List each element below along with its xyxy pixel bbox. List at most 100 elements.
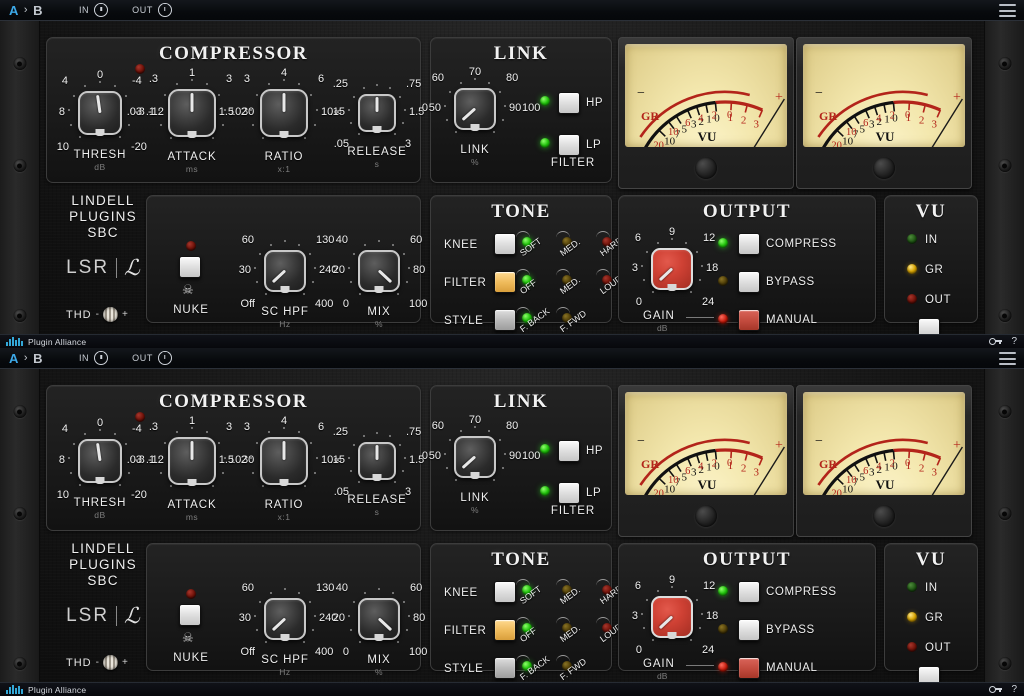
screw [998, 309, 1011, 322]
output-compress-button[interactable] [738, 581, 760, 603]
link-hp-button[interactable] [558, 92, 580, 114]
preset-a-button[interactable]: A [9, 351, 19, 366]
output-manual-led [718, 662, 728, 672]
thd-drum-slider[interactable] [102, 655, 118, 670]
ratio-knob[interactable] [260, 437, 308, 486]
link-tick-tl: 60 [431, 72, 444, 84]
out-control[interactable]: OUT [132, 3, 172, 17]
vu-trim-knob-2[interactable] [873, 157, 895, 179]
thd-control[interactable]: THD - + [66, 655, 128, 670]
tone-knee-button[interactable] [494, 233, 516, 255]
sc-hpf-knob[interactable] [264, 250, 306, 293]
preset-b-button[interactable]: B [33, 351, 43, 366]
brand-line-1: LINDELL [71, 541, 135, 556]
key-icon[interactable] [989, 338, 1003, 345]
output-bypass-button[interactable] [738, 619, 760, 641]
titlebar: A › B IN OUT [0, 0, 1024, 21]
vu-meter-2[interactable]: 201075321012320106420GR−+VU [796, 37, 972, 189]
gain-tick-tl: 6 [634, 232, 641, 244]
svg-text:6: 6 [685, 118, 690, 129]
gain-knob[interactable] [651, 248, 693, 291]
link-knob[interactable] [454, 88, 496, 131]
mix-knob[interactable] [358, 598, 400, 641]
attack-notch [187, 131, 197, 138]
link-tick-t: 70 [468, 414, 482, 426]
nuke-button[interactable] [179, 604, 201, 626]
link-lp-button[interactable] [558, 134, 580, 156]
svg-text:20: 20 [831, 140, 842, 147]
vu-meter-1[interactable]: 201075321012320106420GR−+VU [618, 385, 794, 537]
vu-trim-knob-2[interactable] [873, 505, 895, 527]
tone-filter-button[interactable] [494, 619, 516, 641]
thresh-knob[interactable] [78, 91, 122, 136]
gain-tick-r: 18 [706, 262, 719, 274]
ab-compare[interactable]: A › B [9, 3, 43, 18]
in-power-icon[interactable] [94, 3, 109, 17]
svg-text:3: 3 [932, 467, 938, 479]
ratio-knob[interactable] [260, 89, 308, 138]
screw [13, 309, 26, 322]
thd-control[interactable]: THD - + [66, 307, 128, 322]
in-power-icon[interactable] [94, 351, 109, 365]
link-tick-tr: 80 [506, 72, 519, 84]
vu-trim-knob-1[interactable] [695, 505, 717, 527]
tone-section: TONE [430, 543, 612, 671]
gain-knob[interactable] [651, 596, 693, 639]
link-hp-led [540, 96, 550, 106]
screw [13, 159, 26, 172]
ratio-tick-l: 2 [240, 106, 247, 118]
tone-style-button[interactable] [494, 657, 516, 679]
key-icon[interactable] [989, 686, 1003, 693]
out-control[interactable]: OUT [132, 351, 172, 365]
vu-in-led [907, 234, 917, 244]
vu-meter-1[interactable]: 201075321012320106420GR−+VU [618, 37, 794, 189]
svg-text:GR: GR [819, 457, 837, 471]
output-manual-button[interactable] [738, 657, 760, 679]
vu-meter-2[interactable]: 201075321012320106420GR−+VU [796, 385, 972, 537]
thd-drum-slider[interactable] [102, 307, 118, 322]
link-lp-button[interactable] [558, 482, 580, 504]
tone-filter-button[interactable] [494, 271, 516, 293]
release-knob[interactable] [358, 94, 396, 133]
out-power-icon[interactable] [157, 3, 172, 17]
preset-b-button[interactable]: B [33, 3, 43, 18]
mix-pointer [377, 617, 393, 631]
release-knob[interactable] [358, 442, 396, 481]
hamburger-menu-icon[interactable] [999, 352, 1016, 365]
link-knob[interactable] [454, 436, 496, 479]
ab-compare[interactable]: A › B [9, 351, 43, 366]
nuke-button[interactable] [179, 256, 201, 278]
brand-block: LINDELL PLUGINS SBC [48, 541, 158, 589]
vu-trim-knob-1[interactable] [695, 157, 717, 179]
plugin-alliance-logo-icon [6, 337, 23, 346]
attack-knob[interactable] [168, 89, 216, 138]
plugin-alliance-brand: Plugin Alliance [6, 337, 86, 347]
svg-text:6: 6 [863, 466, 868, 477]
link-hp-label: HP [586, 97, 604, 109]
output-bypass-button[interactable] [738, 271, 760, 293]
preset-a-button[interactable]: A [9, 3, 19, 18]
in-control[interactable]: IN [79, 3, 109, 17]
help-icon[interactable]: ? [1011, 336, 1017, 347]
in-control[interactable]: IN [79, 351, 109, 365]
output-compress-button[interactable] [738, 233, 760, 255]
link-tick-ll: 0 [421, 450, 428, 462]
gain-label: GAIN [643, 658, 675, 670]
sc-hpf-knob[interactable] [264, 598, 306, 641]
tone-knee-label: KNEE [444, 239, 478, 251]
help-icon[interactable]: ? [1011, 684, 1017, 695]
link-hp-button[interactable] [558, 440, 580, 462]
out-power-icon[interactable] [157, 351, 172, 365]
ratio-tick-tl: 3 [243, 73, 250, 85]
tone-knee-button[interactable] [494, 581, 516, 603]
hamburger-menu-icon[interactable] [999, 4, 1016, 17]
tone-style-button[interactable] [494, 309, 516, 331]
mix-knob[interactable] [358, 250, 400, 293]
link-pointer [461, 455, 477, 469]
thresh-knob[interactable] [78, 439, 122, 484]
svg-text:−: − [815, 86, 823, 101]
output-manual-button[interactable] [738, 309, 760, 331]
link-pointer [461, 107, 477, 121]
attack-knob[interactable] [168, 437, 216, 486]
tone-connector [516, 655, 530, 662]
